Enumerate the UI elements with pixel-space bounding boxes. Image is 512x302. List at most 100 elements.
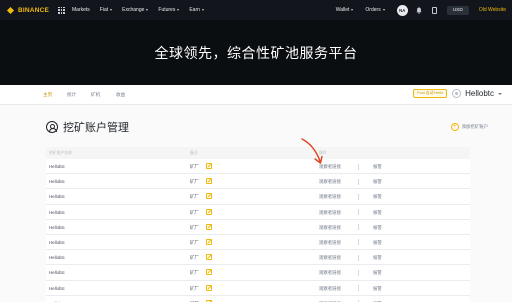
nav-earn[interactable]: Earn [189, 7, 204, 13]
note-cell: 矿厂 [190, 285, 199, 291]
page-title: 挖矿账户管理 [63, 121, 129, 134]
alert-button[interactable]: 报警 [373, 286, 382, 292]
header-account-name: 挖矿账户名称 [49, 150, 72, 155]
apps-grid-icon[interactable] [58, 6, 66, 14]
divider [358, 224, 359, 231]
nav-exchange[interactable]: Exchange [122, 7, 149, 13]
divider [358, 163, 359, 170]
watcher-link-button[interactable]: 观察者链接 [319, 225, 341, 231]
tab-home[interactable]: 主页 [43, 92, 52, 98]
watcher-link-button[interactable]: 观察者链接 [319, 179, 341, 185]
divider [358, 254, 359, 261]
note-cell: 矿厂 [190, 194, 199, 200]
account-name-cell[interactable]: Hellobtc [49, 255, 65, 260]
account-name-cell[interactable]: Hellobtc [49, 194, 65, 199]
pool-subnav: 主页 统计 矿机 收益 Pool 自动 Hello Hellobtc [0, 85, 512, 105]
table-row: Hellobtc矿厂观察者链接报警 [46, 174, 470, 190]
table-header: 挖矿账户名称 备注 操作 [46, 147, 470, 159]
table-row: Hellobtc 矿厂 观察者链接 报警 [46, 280, 470, 296]
old-website-link[interactable]: Old Website [479, 7, 506, 13]
divider [358, 178, 359, 185]
account-name-cell[interactable]: Hellobtc [49, 286, 65, 291]
user-circle-icon [46, 121, 58, 133]
watcher-link-button[interactable]: 观察者链接 [319, 270, 341, 276]
nav-wallet[interactable]: Wallet [336, 7, 354, 13]
table-row: Hellobtc 矿厂 观察者链接 报警 [46, 204, 470, 220]
bell-icon[interactable] [416, 7, 422, 14]
chevron-down-icon [110, 9, 113, 11]
alert-button[interactable]: 报警 [373, 210, 382, 216]
add-account-button[interactable]: + 添加挖矿账户 [450, 123, 488, 131]
nav-futures[interactable]: Futures [158, 7, 180, 13]
banner-title: 全球领先，综合性矿池服务平台 [154, 45, 358, 62]
tab-earnings[interactable]: 收益 [116, 92, 125, 98]
table-row: Hellobtc矿厂观察者链接报警 [46, 159, 470, 175]
alert-button[interactable]: 报警 [373, 255, 382, 261]
table-row: Hellobtc 矿厂 观察者链接 报警 [46, 219, 470, 235]
edit-icon[interactable] [206, 163, 212, 169]
alert-button[interactable]: 报警 [373, 194, 382, 200]
alert-button[interactable]: 报警 [373, 240, 382, 246]
edit-icon[interactable] [206, 238, 212, 245]
account-name-cell[interactable]: Hellobtc [49, 210, 65, 215]
account-name-cell[interactable]: Hellobtc [49, 164, 65, 169]
avatar[interactable]: NA [396, 4, 408, 16]
table-row: Hellobtc 矿厂 观察者链接 报警 [46, 234, 470, 251]
top-navbar: BINANCE Markets Fiat Exchange Futures Ea… [0, 0, 512, 20]
divider [358, 285, 359, 291]
account-name-cell[interactable]: Hellobtc [49, 225, 65, 230]
account-name: Hellobtc [465, 89, 494, 98]
page-header: 挖矿账户管理 [46, 119, 129, 135]
chevron-down-icon [201, 9, 204, 11]
chevron-down-icon [382, 9, 385, 11]
divider [358, 269, 359, 276]
note-cell: 矿厂 [190, 255, 199, 261]
binance-logo-icon [6, 6, 15, 15]
logo-text: BINANCE [18, 6, 50, 14]
table-row: Hellobtc 矿厂 观察者链接 报警 [46, 250, 470, 266]
account-switcher[interactable]: Pool 自动 Hello Hellobtc [413, 89, 502, 98]
account-name-cell[interactable]: Hellobtc [49, 270, 65, 275]
tab-statistics[interactable]: 统计 [67, 92, 76, 98]
user-icon [452, 89, 462, 98]
edit-icon[interactable] [206, 223, 212, 230]
alert-button[interactable]: 报警 [373, 225, 382, 231]
watcher-link-button[interactable]: 观察者链接 [319, 194, 341, 200]
currency-selector[interactable]: USD [446, 5, 469, 15]
account-badge: Pool 自动 Hello [413, 89, 448, 98]
document-icon[interactable] [431, 6, 437, 14]
watcher-link-button[interactable]: 观察者链接 [319, 286, 341, 292]
plus-icon: + [450, 123, 459, 131]
chevron-down-icon [351, 9, 354, 11]
nav-orders[interactable]: Orders [365, 7, 385, 13]
edit-icon[interactable] [206, 254, 212, 261]
note-cell: 矿厂 [190, 224, 199, 230]
nav-markets[interactable]: Markets [72, 7, 90, 13]
chevron-down-icon [177, 9, 180, 11]
binance-logo[interactable]: BINANCE [6, 6, 49, 15]
mining-accounts-table: 挖矿账户名称 备注 操作 Hellobtc 矿厂 观察者链接 报警 Hellobtc 矿厂… [46, 147, 470, 302]
watcher-link-button[interactable]: 观察者链接 [319, 255, 341, 261]
add-account-label: 添加挖矿账户 [461, 124, 488, 129]
divider [358, 209, 359, 216]
note-cell: 矿厂 [190, 164, 199, 169]
watcher-link-button[interactable]: 观察者链接 [319, 240, 341, 246]
chevron-down-icon [498, 92, 502, 95]
nav-fiat[interactable]: Fiat [100, 7, 113, 13]
edit-icon[interactable] [206, 269, 212, 276]
edit-icon[interactable] [206, 178, 212, 185]
note-cell: 矿厂 [190, 209, 199, 215]
divider [358, 239, 359, 246]
alert-button[interactable]: 报警 [373, 164, 382, 170]
edit-icon[interactable] [206, 284, 212, 291]
alert-button[interactable]: 报警 [373, 270, 382, 276]
note-cell: 矿厂 [190, 239, 199, 245]
table-row: Hellobtc矿厂观察者链接报警 [46, 295, 470, 302]
edit-icon[interactable] [206, 193, 212, 200]
account-name-cell[interactable]: Hellobtc [49, 179, 65, 184]
alert-button[interactable]: 报警 [373, 179, 382, 185]
watcher-link-button[interactable]: 观察者链接 [319, 210, 341, 216]
tab-miners[interactable]: 矿机 [91, 92, 100, 98]
account-name-cell[interactable]: Hellobtc [49, 240, 65, 245]
edit-icon[interactable] [206, 208, 212, 215]
